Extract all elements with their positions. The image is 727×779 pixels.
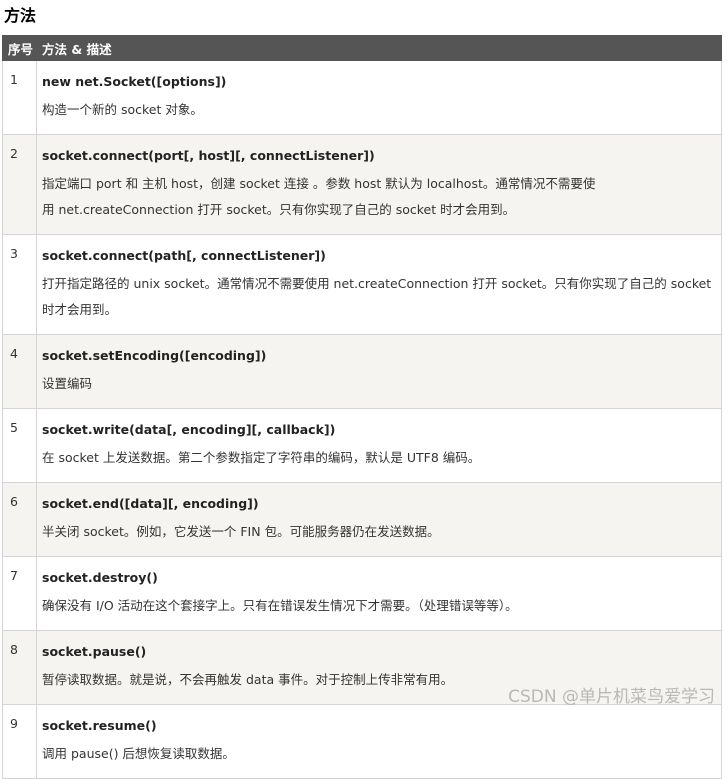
method-description: 指定端口 port 和 主机 host，创建 socket 连接 。参数 hos… bbox=[42, 176, 596, 217]
table-row: 1 new net.Socket([options]) 构造一个新的 socke… bbox=[2, 60, 722, 135]
method-signature: socket.destroy() bbox=[42, 570, 158, 585]
table-row: 4 socket.setEncoding([encoding]) 设置编码 bbox=[2, 334, 722, 409]
method-signature: socket.write(data[, encoding][, callback… bbox=[42, 422, 336, 437]
table-row: 7 socket.destroy() 确保没有 I/O 活动在这个套接字上。只有… bbox=[2, 556, 722, 631]
row-number: 1 bbox=[2, 60, 37, 135]
method-description: 确保没有 I/O 活动在这个套接字上。只有在错误发生情况下才需要。（处理错误等等… bbox=[42, 598, 518, 613]
row-content: new net.Socket([options]) 构造一个新的 socket … bbox=[36, 60, 722, 135]
method-signature: socket.end([data][, encoding]) bbox=[42, 496, 259, 511]
table-row: 9 socket.resume() 调用 pause() 后想恢复读取数据。 bbox=[2, 704, 722, 779]
method-signature: socket.connect(path[, connectListener]) bbox=[42, 248, 326, 263]
method-description: 半关闭 socket。例如，它发送一个 FIN 包。可能服务器仍在发送数据。 bbox=[42, 524, 440, 539]
table-row: 2 socket.connect(port[, host][, connectL… bbox=[2, 134, 722, 235]
column-header-method: 方法 & 描述 bbox=[36, 35, 722, 61]
row-number: 9 bbox=[2, 704, 37, 779]
table-row: 5 socket.write(data[, encoding][, callba… bbox=[2, 408, 722, 483]
row-number: 3 bbox=[2, 234, 37, 335]
row-number: 6 bbox=[2, 482, 37, 557]
method-signature: socket.connect(port[, host][, connectLis… bbox=[42, 148, 375, 163]
watermark: CSDN @单片机菜鸟爱学习 bbox=[508, 687, 715, 707]
method-description: 调用 pause() 后想恢复读取数据。 bbox=[42, 746, 235, 761]
row-content: socket.connect(path[, connectListener]) … bbox=[36, 234, 722, 335]
row-content: socket.connect(port[, host][, connectLis… bbox=[36, 134, 722, 235]
row-content: socket.end([data][, encoding]) 半关闭 socke… bbox=[36, 482, 722, 557]
page-title: 方法 bbox=[4, 6, 37, 25]
methods-table: 序号 方法 & 描述 1 new net.Socket([options]) 构… bbox=[2, 35, 722, 779]
row-content: socket.write(data[, encoding][, callback… bbox=[36, 408, 722, 483]
method-signature: socket.setEncoding([encoding]) bbox=[42, 348, 267, 363]
table-row: 3 socket.connect(path[, connectListener]… bbox=[2, 234, 722, 335]
method-signature: new net.Socket([options]) bbox=[42, 74, 227, 89]
row-number: 2 bbox=[2, 134, 37, 235]
row-number: 5 bbox=[2, 408, 37, 483]
row-content: socket.resume() 调用 pause() 后想恢复读取数据。 bbox=[36, 704, 722, 779]
row-number: 4 bbox=[2, 334, 37, 409]
method-signature: socket.pause() bbox=[42, 644, 147, 659]
table-row: 6 socket.end([data][, encoding]) 半关闭 soc… bbox=[2, 482, 722, 557]
column-header-number: 序号 bbox=[2, 35, 37, 61]
row-number: 7 bbox=[2, 556, 37, 631]
method-description: 设置编码 bbox=[42, 376, 93, 391]
method-description: 打开指定路径的 unix socket。通常情况不需要使用 net.create… bbox=[42, 276, 712, 317]
table-header-row: 序号 方法 & 描述 bbox=[2, 35, 722, 61]
row-content: socket.destroy() 确保没有 I/O 活动在这个套接字上。只有在错… bbox=[36, 556, 722, 631]
row-number: 8 bbox=[2, 630, 37, 705]
method-description: 在 socket 上发送数据。第二个参数指定了字符串的编码，默认是 UTF8 编… bbox=[42, 450, 481, 465]
method-description: 构造一个新的 socket 对象。 bbox=[42, 102, 203, 117]
row-content: socket.setEncoding([encoding]) 设置编码 bbox=[36, 334, 722, 409]
method-signature: socket.resume() bbox=[42, 718, 157, 733]
